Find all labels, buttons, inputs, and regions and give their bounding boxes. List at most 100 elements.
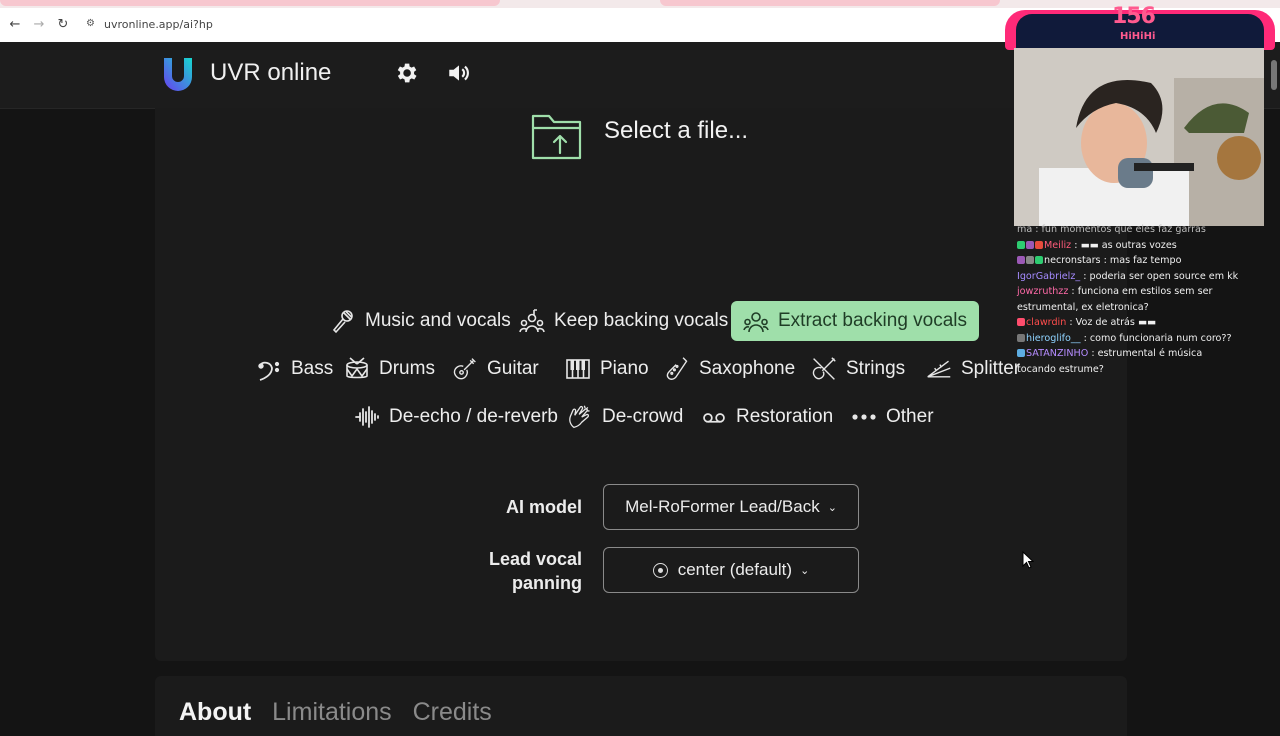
chat-text: tocando estrume?: [1017, 363, 1104, 375]
mode-music-and-vocals[interactable]: Music and vocals: [330, 301, 511, 341]
mode-label: Saxophone: [699, 358, 796, 379]
chat-text: : poderia ser open source em kk: [1083, 270, 1239, 282]
chat-message: hieroglifo__ : como funcionaria num coro…: [1017, 331, 1277, 347]
panning-select[interactable]: center (default) ⌄: [603, 547, 859, 593]
chat-text: : mas faz tempo: [1103, 255, 1182, 266]
address-bar[interactable]: uvronline.app/ai?hp: [104, 17, 213, 33]
heart-badge-icon: [1035, 240, 1043, 249]
badge-icon: [1017, 240, 1025, 249]
gear-icon[interactable]: [393, 60, 419, 86]
mode-label: De-crowd: [602, 406, 684, 427]
tab-highlight: [660, 0, 1000, 6]
back-icon[interactable]: ←: [6, 16, 24, 34]
badge-icon: [1026, 240, 1034, 249]
site-info-icon[interactable]: ⚙: [86, 18, 98, 30]
dots-icon: [852, 414, 876, 420]
chat-message: necronstars : mas faz tempo: [1017, 253, 1277, 269]
chat-text: ma : fun momentos que eles faz garras: [1017, 224, 1206, 235]
chat-message: clawrdin : Voz de atrás ▬▬: [1017, 315, 1277, 331]
ai-model-value: Mel-RoFormer Lead/Back: [625, 497, 820, 516]
tab-about[interactable]: About: [179, 698, 251, 726]
mode-label: Keep backing vocals: [554, 310, 729, 331]
tab-limitations[interactable]: Limitations: [272, 698, 392, 726]
mode-bass[interactable]: Bass: [256, 349, 333, 389]
badge-icon: [1017, 256, 1025, 264]
violin-icon: [812, 357, 836, 380]
badge-icon: [1017, 349, 1025, 357]
mode-de-crowd[interactable]: De-crowd: [567, 397, 683, 437]
chat-user: Meiliz: [1044, 239, 1072, 251]
webcam-feed: [1014, 48, 1264, 226]
mode-other[interactable]: Other: [851, 397, 934, 437]
mode-label: De-echo / de-reverb: [389, 406, 558, 427]
uvr-logo-icon[interactable]: [160, 56, 196, 92]
mode-label: Piano: [600, 358, 649, 379]
mode-label: Drums: [379, 358, 435, 379]
mode-label: Other: [886, 406, 934, 427]
panning-label-line1: Lead vocal: [488, 549, 582, 569]
info-tabs: About Limitations Credits: [179, 698, 506, 727]
heart-badge-icon: [1017, 318, 1025, 326]
mode-guitar[interactable]: Guitar: [452, 349, 539, 389]
stream-chat: ma : fun momentos que eles faz garras Me…: [1017, 222, 1277, 377]
badge-icon: [1017, 333, 1025, 342]
mode-label: Guitar: [487, 358, 539, 379]
split-icon: [927, 360, 951, 378]
chat-text: estrumental, ex eletronica?: [1017, 301, 1149, 313]
mode-extract-backing-vocals[interactable]: Extract backing vocals: [731, 301, 980, 341]
mode-drums[interactable]: Drums: [344, 349, 435, 389]
browser-tab-strip: [0, 0, 1280, 8]
chat-text: : como funcionaria num coro??: [1083, 332, 1232, 344]
mouse-cursor-icon: [1022, 551, 1034, 569]
mode-splitter[interactable]: Splitter: [926, 349, 1020, 389]
viewer-label: HiHiHi: [1120, 31, 1156, 42]
badge-icon: [1035, 256, 1043, 264]
bass-clef-icon: [258, 361, 280, 381]
select-file-label: Select a file...: [604, 117, 749, 144]
guitar-icon: [453, 358, 476, 380]
tab-highlight: [0, 0, 500, 6]
chat-user: necronstars: [1044, 255, 1101, 266]
forward-icon[interactable]: →: [30, 16, 48, 34]
page-scrollbar[interactable]: [1271, 60, 1277, 90]
ai-model-select[interactable]: Mel-RoFormer Lead/Back ⌄: [603, 484, 859, 530]
chat-message: ma : fun momentos que eles faz garras: [1017, 222, 1277, 238]
app-title[interactable]: UVR online: [210, 58, 331, 88]
drum-icon: [346, 357, 368, 379]
piano-icon: [566, 359, 590, 379]
mode-keep-backing-vocals[interactable]: Keep backing vocals: [519, 301, 728, 341]
badge-icon: [1026, 256, 1034, 264]
clap-icon: [569, 405, 590, 429]
saxophone-icon: [666, 357, 688, 380]
chat-message: SATANZINHO : estrumental é música: [1017, 346, 1277, 362]
chat-user: clawrdin: [1026, 317, 1067, 328]
chat-text: : Voz de atrás ▬▬: [1069, 317, 1157, 328]
chat-text: : ▬▬ as outras vozes: [1074, 239, 1177, 251]
chevron-down-icon: ⌄: [800, 564, 810, 577]
mode-strings[interactable]: Strings: [811, 349, 905, 389]
chat-message: tocando estrume?: [1017, 362, 1277, 378]
folder-upload-icon: [531, 114, 582, 160]
speaker-icon[interactable]: [446, 60, 472, 86]
chat-user: jowzruthzz: [1017, 286, 1069, 297]
tab-credits[interactable]: Credits: [413, 698, 492, 726]
reload-icon[interactable]: ↻: [54, 16, 72, 34]
mode-label: Restoration: [736, 406, 834, 427]
mode-restoration[interactable]: Restoration: [701, 397, 833, 437]
lead-vocal-panning-label: Lead vocal panning: [440, 547, 582, 595]
mode-label: Extract backing vocals: [778, 310, 968, 331]
mode-de-echo[interactable]: De-echo / de-reverb: [354, 397, 558, 437]
chat-message: Meiliz : ▬▬ as outras vozes: [1017, 238, 1277, 254]
cassette-icon: [703, 413, 725, 423]
chat-message: estrumental, ex eletronica?: [1017, 300, 1277, 316]
mode-piano[interactable]: Piano: [565, 349, 649, 389]
chat-text: : estrumental é música: [1091, 348, 1203, 359]
panning-value: center (default): [677, 560, 793, 579]
chat-user: SATANZINHO: [1026, 348, 1089, 359]
mode-saxophone[interactable]: Saxophone: [664, 349, 795, 389]
panning-label-line2: panning: [512, 573, 582, 593]
mode-label: Splitter: [961, 358, 1021, 379]
mode-label: Strings: [846, 358, 906, 379]
chat-user: IgorGabrielz_: [1017, 270, 1081, 282]
singers-icon: [519, 309, 545, 333]
